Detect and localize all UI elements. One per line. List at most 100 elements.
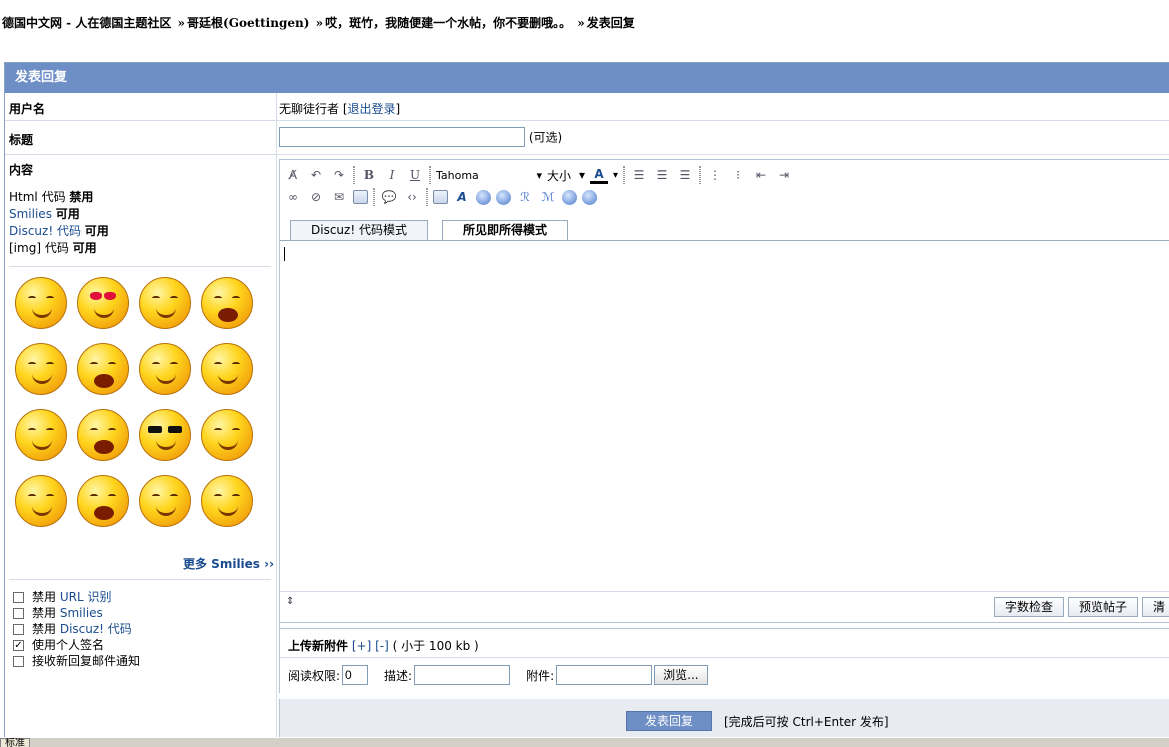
breadcrumb-separator: » bbox=[315, 16, 324, 30]
smiley-cold-icon[interactable] bbox=[139, 277, 191, 329]
text-caret bbox=[284, 247, 285, 261]
smiley-angry-icon[interactable] bbox=[77, 475, 129, 527]
flash-icon[interactable] bbox=[476, 189, 491, 205]
permission-input[interactable] bbox=[342, 665, 369, 685]
ime-indicator[interactable]: 标准 bbox=[0, 738, 30, 747]
breadcrumb-forum-home[interactable]: 德国中文网 - 人在德国主题社区 bbox=[2, 16, 171, 30]
smiley-wink-icon[interactable] bbox=[15, 409, 67, 461]
code-name-link[interactable]: Smilies bbox=[9, 207, 52, 221]
description-label: 描述: bbox=[384, 668, 413, 683]
smiley-love-icon[interactable] bbox=[77, 277, 129, 329]
description-input[interactable] bbox=[414, 665, 511, 685]
smiley-grin-icon[interactable] bbox=[139, 343, 191, 395]
ordered-list-icon[interactable]: ⋮ bbox=[706, 166, 724, 184]
unordered-list-icon[interactable]: ⁝ bbox=[729, 166, 747, 184]
option-link[interactable]: URL 识别 bbox=[60, 589, 112, 605]
smiley-crying-icon[interactable] bbox=[201, 277, 253, 329]
font-size-select[interactable]: 大小 ▾ bbox=[547, 167, 585, 184]
toolbar-separator bbox=[699, 166, 702, 184]
attachment-row: 阅读权限: 描述: 附件: 浏览... bbox=[288, 665, 708, 685]
more-smilies-link[interactable]: 更多 Smilies ›› bbox=[183, 555, 274, 572]
file-input[interactable] bbox=[556, 665, 653, 685]
email-icon[interactable]: ✉ bbox=[330, 188, 348, 206]
font-family-select[interactable]: Tahoma ▾ bbox=[436, 169, 542, 182]
smiley-sick-icon[interactable] bbox=[15, 343, 67, 395]
tab-code-mode[interactable]: Discuz! 代码模式 bbox=[290, 220, 428, 240]
checkbox[interactable] bbox=[13, 591, 24, 603]
checkbox[interactable] bbox=[13, 655, 24, 667]
link-icon[interactable]: ∞ bbox=[284, 188, 302, 206]
panel-title: 发表回复 bbox=[5, 63, 1169, 93]
align-right-icon[interactable]: ☰ bbox=[676, 166, 694, 184]
taskbar: 标准 bbox=[0, 737, 1169, 747]
editor-content-area[interactable] bbox=[280, 240, 1169, 628]
word-check-button[interactable]: 字数检查 bbox=[994, 597, 1065, 617]
free-text-icon[interactable]: A bbox=[453, 188, 471, 206]
divider bbox=[9, 266, 271, 267]
reply-panel: 发表回复 用户名 无聊徒行者 [退出登录] 标题 (可选) 内容 Html 代码… bbox=[4, 62, 1169, 742]
quote-icon[interactable]: 💬 bbox=[380, 188, 398, 206]
undo-icon[interactable]: ↶ bbox=[307, 166, 325, 184]
subject-input[interactable] bbox=[279, 127, 525, 147]
option-link[interactable]: Discuz! 代码 bbox=[60, 621, 132, 637]
qq-icon[interactable] bbox=[496, 189, 511, 205]
align-left-icon[interactable]: ☰ bbox=[630, 166, 648, 184]
video-icon[interactable] bbox=[582, 189, 597, 205]
code-icon[interactable]: ‹› bbox=[403, 188, 421, 206]
smiley-clap-icon[interactable] bbox=[201, 343, 253, 395]
windows-media-icon[interactable]: ℳ bbox=[539, 188, 557, 206]
smiley-handshake-icon[interactable] bbox=[15, 475, 67, 527]
code-name: Html 代码 bbox=[9, 190, 66, 204]
smiley-cool-icon[interactable] bbox=[139, 409, 191, 461]
subject-label: 标题 bbox=[9, 133, 34, 147]
resize-icon[interactable]: ⇕ bbox=[286, 596, 294, 607]
table-icon[interactable] bbox=[433, 190, 448, 204]
breadcrumb-board[interactable]: 哥廷根(Goettingen) bbox=[187, 16, 309, 30]
smiley-laughing-icon[interactable] bbox=[77, 343, 129, 395]
option-label: 接收新回复邮件通知 bbox=[32, 654, 141, 668]
checkbox-checked[interactable]: ✓ bbox=[13, 639, 24, 651]
breadcrumb-thread[interactable]: 哎，斑竹，我随便建一个水帖，你不要删哦。。 bbox=[325, 16, 571, 30]
option-email-notify[interactable]: 接收新回复邮件通知 bbox=[13, 653, 140, 669]
smiley-fist-icon[interactable] bbox=[201, 475, 253, 527]
unlink-icon[interactable]: ⊘ bbox=[307, 188, 325, 206]
bold-icon[interactable]: B bbox=[360, 166, 378, 184]
option-use-signature[interactable]: ✓ 使用个人签名 bbox=[13, 637, 140, 653]
submit-tip: [完成后可按 Ctrl+Enter 发布] bbox=[724, 715, 889, 729]
checkbox[interactable] bbox=[13, 607, 24, 619]
redo-icon[interactable]: ↷ bbox=[330, 166, 348, 184]
attachment-add-link[interactable]: [+] bbox=[352, 639, 371, 653]
smiley-shy-icon[interactable] bbox=[15, 277, 67, 329]
submit-reply-button[interactable]: 发表回复 bbox=[626, 711, 712, 731]
option-disable-url[interactable]: 禁用 URL 识别 bbox=[13, 589, 140, 605]
option-link[interactable]: Smilies bbox=[60, 605, 103, 621]
code-name-link[interactable]: Discuz! 代码 bbox=[9, 224, 81, 238]
toolbar-separator bbox=[429, 166, 431, 184]
tab-wysiwyg-mode[interactable]: 所见即所得模式 bbox=[441, 220, 568, 241]
align-center-icon[interactable]: ☰ bbox=[653, 166, 671, 184]
image-icon[interactable] bbox=[353, 190, 368, 204]
logout-link[interactable]: 退出登录 bbox=[348, 102, 396, 116]
italic-icon[interactable]: I bbox=[383, 166, 401, 184]
option-disable-smilies[interactable]: 禁用 Smilies bbox=[13, 605, 140, 621]
smiley-thumbs-up-icon[interactable] bbox=[201, 409, 253, 461]
divider bbox=[280, 657, 1169, 658]
audio-icon[interactable] bbox=[562, 189, 577, 205]
browse-button[interactable]: 浏览... bbox=[654, 665, 708, 685]
outdent-icon[interactable]: ⇤ bbox=[752, 166, 770, 184]
underline-icon[interactable]: U bbox=[406, 166, 424, 184]
chevron-down-icon[interactable]: ▾ bbox=[613, 170, 618, 181]
username-row: 用户名 无聊徒行者 [退出登录] bbox=[5, 93, 1169, 121]
indent-icon[interactable]: ⇥ bbox=[775, 166, 793, 184]
attachment-remove-link[interactable]: [-] bbox=[375, 639, 389, 653]
checkbox[interactable] bbox=[13, 623, 24, 635]
clear-button[interactable]: 清 bbox=[1142, 597, 1169, 617]
real-media-icon[interactable]: ℛ bbox=[516, 188, 534, 206]
preview-button[interactable]: 预览帖子 bbox=[1068, 597, 1139, 617]
font-color-icon[interactable]: A bbox=[590, 166, 608, 184]
smiley-shocked-icon[interactable] bbox=[77, 409, 129, 461]
option-disable-discuz[interactable]: 禁用 Discuz! 代码 bbox=[13, 621, 140, 637]
post-options: 禁用 URL 识别 禁用 Smilies 禁用 Discuz! 代码 ✓ 使用个人… bbox=[13, 589, 140, 669]
smiley-ok-hand-icon[interactable] bbox=[139, 475, 191, 527]
remove-format-icon[interactable]: A̸ bbox=[284, 166, 302, 184]
